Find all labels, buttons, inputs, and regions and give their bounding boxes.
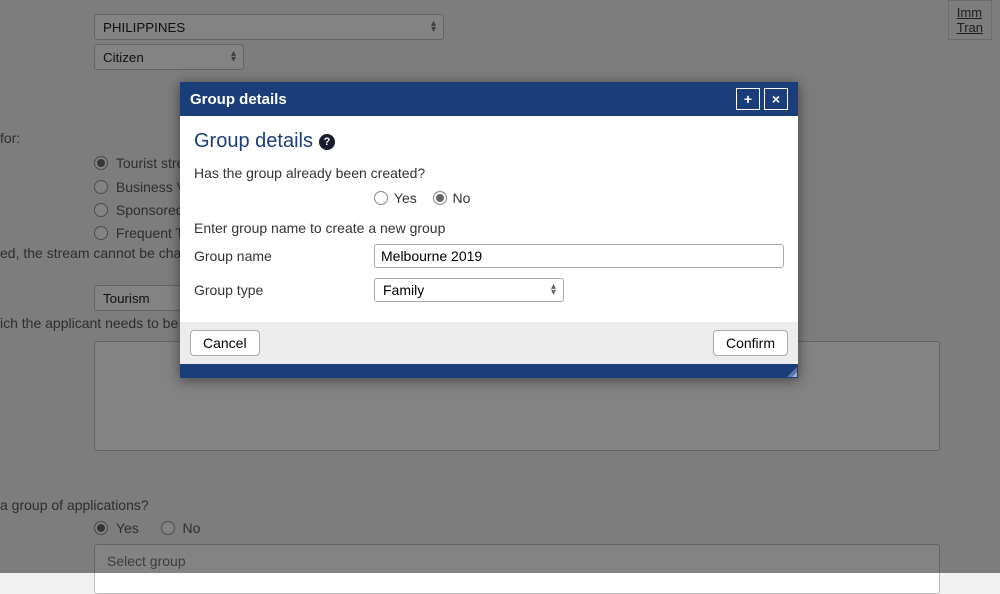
modal-bottom-bar xyxy=(180,364,798,378)
close-icon: × xyxy=(772,91,780,107)
created-yes-radio[interactable] xyxy=(374,191,388,205)
group-name-input[interactable] xyxy=(374,244,784,268)
modal-footer: Cancel Confirm xyxy=(180,322,798,364)
modal-header-title: Group details xyxy=(190,91,287,108)
confirm-button[interactable]: Confirm xyxy=(713,330,788,356)
modal-question: Has the group already been created? xyxy=(194,165,784,181)
modal-instruction: Enter group name to create a new group xyxy=(194,220,784,236)
help-icon[interactable]: ? xyxy=(319,134,335,150)
modal-add-button[interactable]: + xyxy=(736,88,760,110)
created-no-radio[interactable] xyxy=(433,191,447,205)
modal-heading: Group details xyxy=(194,130,313,153)
modal-heading-row: Group details ? xyxy=(194,130,784,153)
cancel-button[interactable]: Cancel xyxy=(190,330,260,356)
resize-handle-icon[interactable] xyxy=(785,365,797,377)
plus-icon: + xyxy=(744,91,752,107)
group-type-select[interactable]: Family xyxy=(374,278,564,302)
group-name-label: Group name xyxy=(194,248,374,264)
modal-close-button[interactable]: × xyxy=(764,88,788,110)
group-type-label: Group type xyxy=(194,282,374,298)
created-yes-label: Yes xyxy=(394,190,417,206)
group-details-modal: Group details + × Group details ? Has th… xyxy=(180,82,798,378)
created-no-label: No xyxy=(453,190,471,206)
modal-body: Group details ? Has the group already be… xyxy=(180,116,798,322)
modal-header: Group details + × xyxy=(180,82,798,116)
